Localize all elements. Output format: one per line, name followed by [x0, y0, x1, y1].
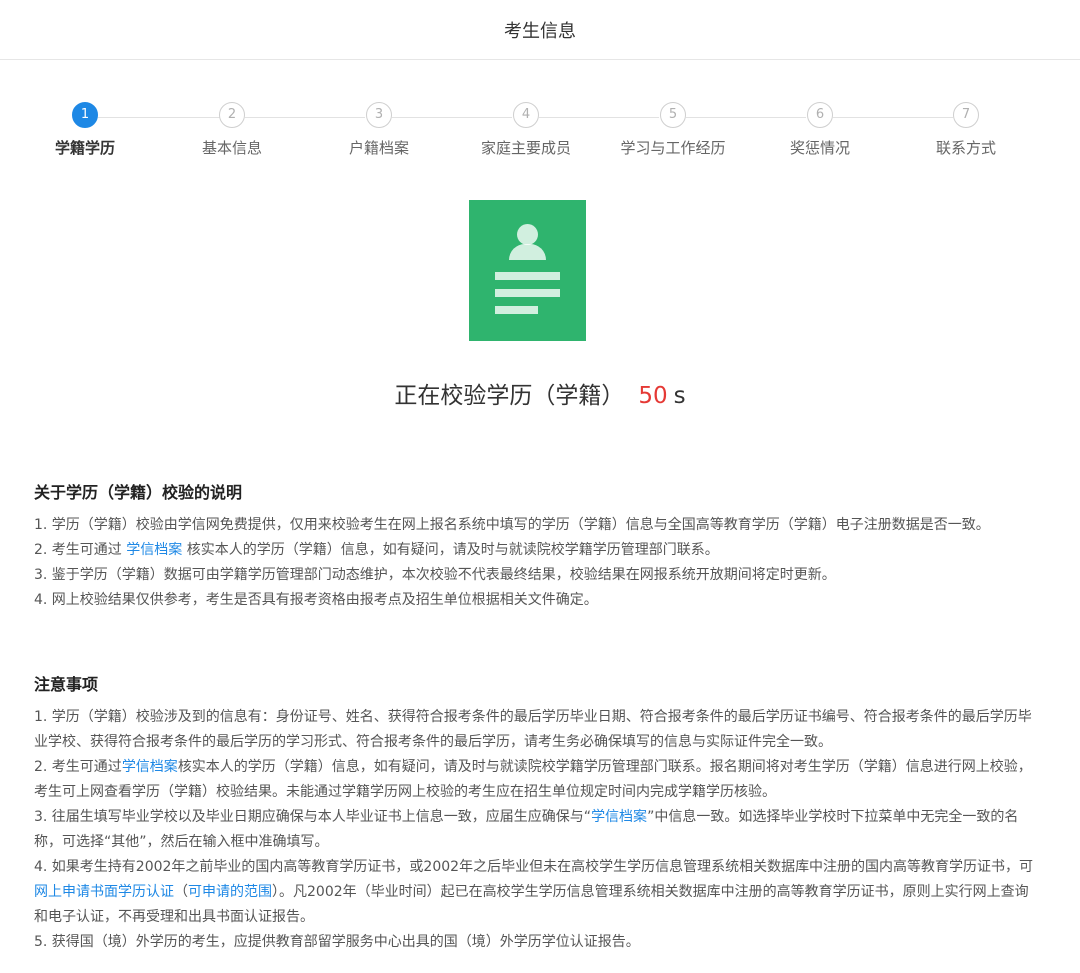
notes-item-1: 1. 学历（学籍）校验涉及到的信息有：身份证号、姓名、获得符合报考条件的最后学历…: [34, 709, 1032, 750]
person-body-shape: [509, 244, 546, 260]
about-title: 关于学历（学籍）校验的说明: [34, 483, 243, 502]
notes-item-3: 3. 往届生填写毕业学校以及毕业日期应确保与本人毕业证书上信息一致，应届生应确保…: [34, 805, 1034, 855]
application-scope-link[interactable]: 可申请的范围: [188, 884, 272, 900]
step-number: 2: [219, 102, 245, 128]
step-label: 奖惩情况: [789, 139, 850, 157]
step-label: 学籍学历: [54, 139, 115, 157]
step-2[interactable]: 2 基本信息: [162, 102, 302, 158]
about-item-2-text-a: 2. 考生可通过: [34, 542, 127, 558]
xuexin-archive-link[interactable]: 学信档案: [126, 542, 182, 558]
notes-item-4-text-a: 4. 如果考生持有2002年之前毕业的国内高等教育学历证书，或2002年之后毕业…: [34, 859, 1034, 875]
notes-item-3-text-a: 3. 往届生填写毕业学校以及毕业日期应确保与本人毕业证书上信息一致，应届生应确保…: [34, 809, 592, 825]
text-line-shape: [495, 289, 560, 297]
countdown-value: 50: [638, 383, 668, 409]
countdown-unit: s: [673, 383, 686, 409]
step-number: 3: [366, 102, 392, 128]
about-item-1: 1. 学历（学籍）校验由学信网免费提供，仅用来校验考生在网上报名系统中填写的学历…: [34, 517, 990, 533]
xuexin-archive-link[interactable]: 学信档案: [122, 759, 178, 775]
text-line-shape: [495, 272, 560, 280]
notes-item-2: 2. 考生可通过学信档案核实本人的学历（学籍）信息，如有疑问，请及时与就读院校学…: [34, 755, 1034, 805]
document-person-icon: [469, 200, 586, 341]
notes-item-5: 5. 获得国（境）外学历的考生，应提供教育部留学服务中心出具的国（境）外学历学位…: [34, 934, 640, 950]
about-item-2-text-b: 核实本人的学历（学籍）信息，如有疑问，请及时与就读院校学籍学历管理部门联系。: [182, 542, 719, 558]
step-label: 基本信息: [201, 139, 262, 157]
page-header: 考生信息: [0, 0, 1080, 60]
verification-status: 正在校验学历（学籍） 50 s: [0, 376, 1080, 410]
person-head-shape: [517, 224, 538, 245]
about-item-3: 3. 鉴于学历（学籍）数据可由学籍学历管理部门动态维护，本次校验不代表最终结果，…: [34, 567, 836, 583]
step-label: 联系方式: [935, 139, 996, 157]
page-title: 考生信息: [504, 20, 576, 42]
notes-item-2-text-b: 核实本人的学历（学籍）信息，如有疑问，请及时与就读院校学籍学历管理部门联系。报名…: [34, 759, 1032, 800]
text-line-shape: [495, 306, 538, 314]
step-6[interactable]: 6 奖惩情况: [750, 102, 890, 158]
step-5[interactable]: 5 学习与工作经历: [603, 102, 743, 158]
step-number: 4: [513, 102, 539, 128]
step-number: 6: [807, 102, 833, 128]
xuexin-archive-link[interactable]: 学信档案: [591, 809, 647, 825]
progress-stepper: 1 学籍学历 2 基本信息 3 户籍档案 4 家庭主要成员 5 学习与工作经历 …: [0, 102, 1080, 162]
step-number: 7: [953, 102, 979, 128]
about-section: 关于学历（学籍）校验的说明 1. 学历（学籍）校验由学信网免费提供，仅用来校验考…: [34, 479, 1034, 613]
about-item-4: 4. 网上校验结果仅供参考，考生是否具有报考资格由报考点及招生单位根据相关文件确…: [34, 592, 598, 608]
step-7[interactable]: 7 联系方式: [896, 102, 1036, 158]
notes-item-2-text-a: 2. 考生可通过: [34, 759, 122, 775]
notes-section: 注意事项 1. 学历（学籍）校验涉及到的信息有：身份证号、姓名、获得符合报考条件…: [34, 671, 1034, 955]
step-label: 户籍档案: [348, 139, 409, 157]
step-4[interactable]: 4 家庭主要成员: [456, 102, 596, 158]
status-text: 正在校验学历（学籍）: [394, 383, 625, 409]
about-item-2: 2. 考生可通过 学信档案 核实本人的学历（学籍）信息，如有疑问，请及时与就读院…: [34, 538, 1034, 563]
step-number: 5: [660, 102, 686, 128]
step-1[interactable]: 1 学籍学历: [15, 102, 155, 158]
step-number: 1: [72, 102, 98, 128]
notes-item-4: 4. 如果考生持有2002年之前毕业的国内高等教育学历证书，或2002年之后毕业…: [34, 855, 1034, 930]
step-label: 学习与工作经历: [620, 139, 726, 157]
step-3[interactable]: 3 户籍档案: [309, 102, 449, 158]
notes-item-4-paren: （: [174, 884, 188, 900]
step-label: 家庭主要成员: [480, 139, 571, 157]
notes-title: 注意事项: [34, 675, 99, 694]
apply-written-certification-link[interactable]: 网上申请书面学历认证: [34, 884, 174, 900]
